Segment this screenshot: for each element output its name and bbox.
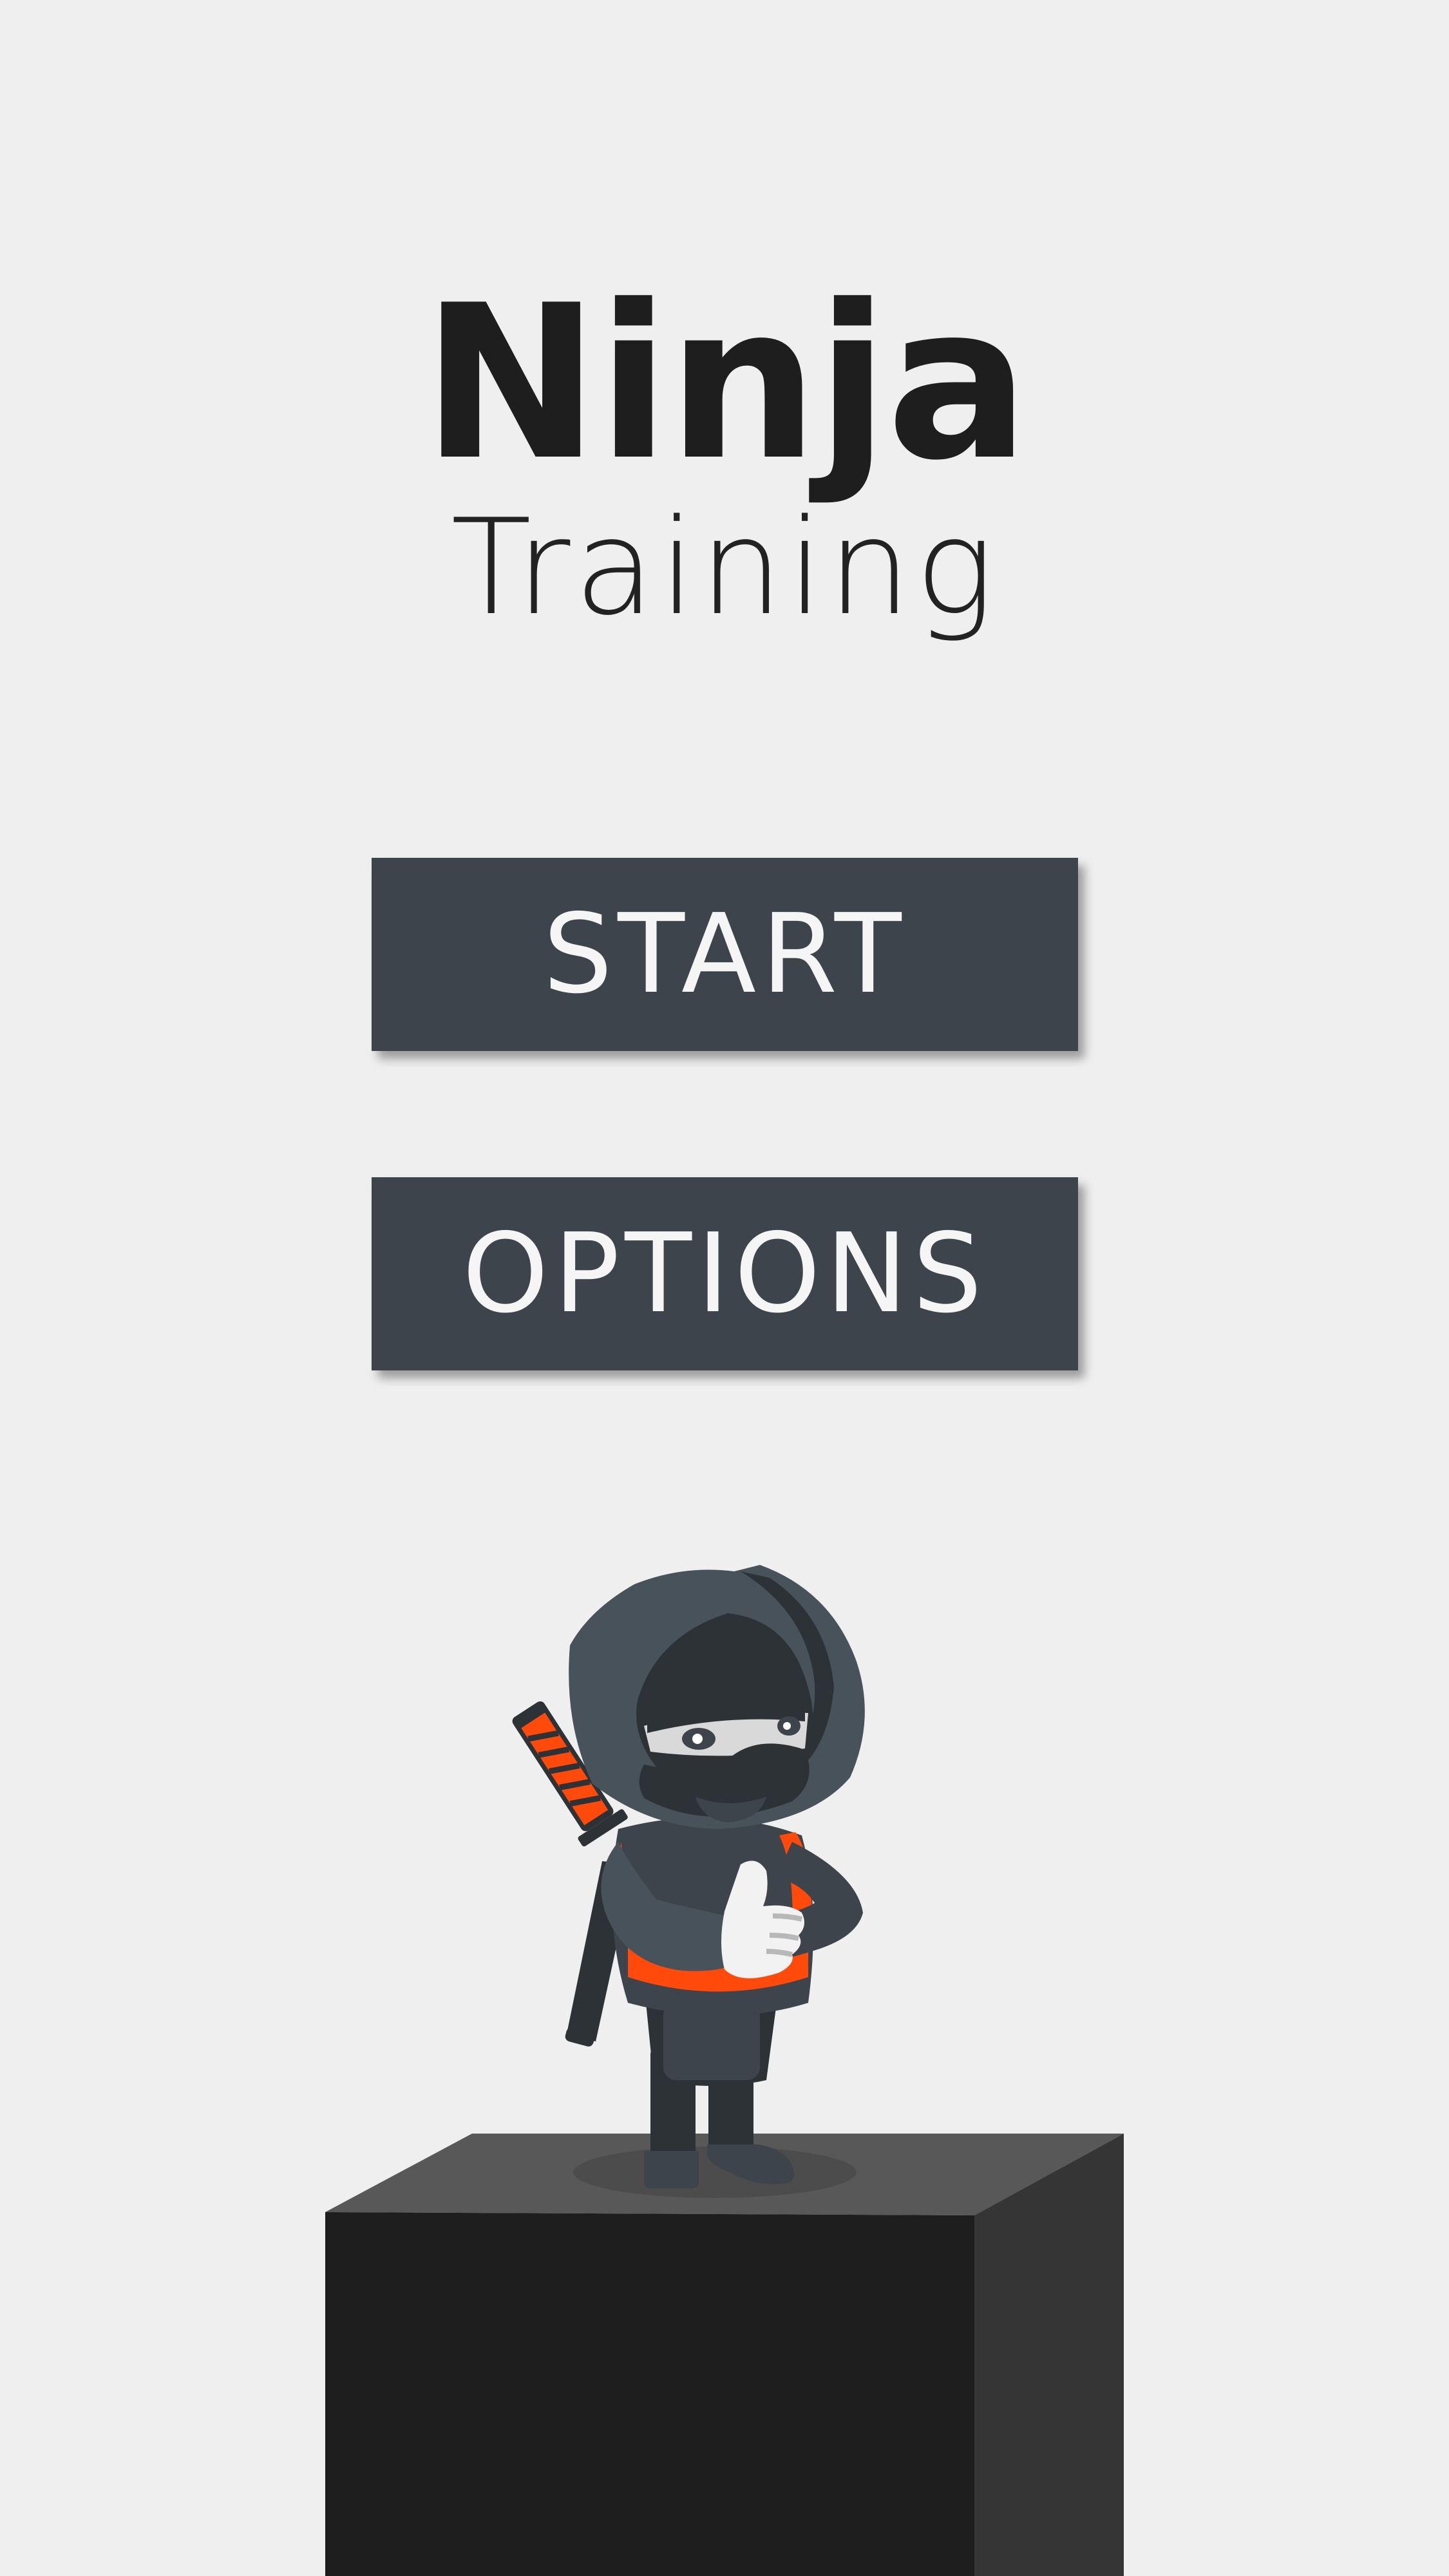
game-title: Ninja [421, 260, 1030, 507]
ninja-scene [325, 1565, 1124, 2576]
main-menu-screen: Ninja Training START OPTIONS [0, 0, 1449, 2576]
ninja-character-icon [512, 1565, 865, 2188]
start-button[interactable]: START [372, 858, 1078, 1051]
pillar-front [325, 2212, 974, 2576]
game-subtitle: Training [451, 491, 998, 645]
options-button[interactable]: OPTIONS [372, 1177, 1078, 1370]
options-button-label: OPTIONS [462, 1210, 988, 1338]
start-button-label: START [543, 891, 907, 1018]
pillar-platform [325, 2134, 1124, 2576]
